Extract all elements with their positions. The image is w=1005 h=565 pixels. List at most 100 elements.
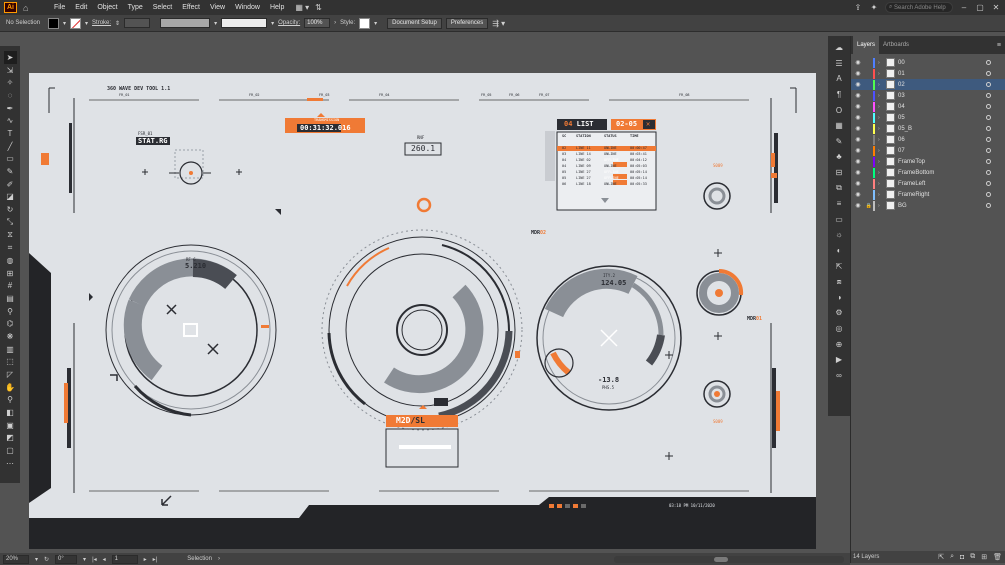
- eye-icon[interactable]: ◉: [851, 147, 865, 154]
- style-swatch[interactable]: [359, 17, 371, 29]
- eye-icon[interactable]: ◉: [851, 81, 865, 88]
- new-layer-icon[interactable]: ⊞: [981, 553, 987, 561]
- draw-mode-icon[interactable]: ◩: [4, 432, 17, 445]
- shaper-tool-icon[interactable]: ✐: [4, 178, 17, 191]
- scrollbar-thumb[interactable]: [714, 556, 728, 562]
- direct-selection-tool-icon[interactable]: ⇲: [4, 64, 17, 77]
- layer-row[interactable]: ◉ › FrameLeft: [851, 178, 1005, 189]
- layer-row[interactable]: ◉ › 06: [851, 134, 1005, 145]
- paintbrush-icon[interactable]: ✎: [4, 165, 17, 178]
- eye-icon[interactable]: ◉: [851, 114, 865, 121]
- layer-name[interactable]: 06: [898, 137, 905, 143]
- eye-icon[interactable]: ◉: [851, 180, 865, 187]
- menu-select[interactable]: Select: [148, 4, 177, 11]
- layer-target-icon[interactable]: [986, 93, 991, 98]
- screen-mode-icon[interactable]: ▢: [4, 444, 17, 457]
- shape-builder-icon[interactable]: ◍: [4, 254, 17, 267]
- chevron-right-icon[interactable]: ›: [878, 192, 886, 198]
- eye-icon[interactable]: ◉: [851, 92, 865, 99]
- magic-wand-icon[interactable]: ✧: [4, 76, 17, 89]
- layer-name[interactable]: FrameLeft: [898, 181, 925, 187]
- layer-name[interactable]: FrameRight: [898, 192, 929, 198]
- layer-row[interactable]: ◉ › 05_B: [851, 123, 1005, 134]
- artboard[interactable]: 360 WAVE DEV TOOL 1.1 FSR_01 STAT.RG TRA…: [29, 73, 816, 549]
- slice-tool-icon[interactable]: ◸: [4, 368, 17, 381]
- scale-tool-icon[interactable]: ⤡: [4, 216, 17, 229]
- arrange-documents-icon[interactable]: ▦ ▾: [295, 3, 309, 12]
- eye-icon[interactable]: ◉: [851, 169, 865, 176]
- lock-icon[interactable]: 🔒: [865, 203, 873, 209]
- image-trace-icon[interactable]: ⚙: [832, 305, 846, 321]
- chevron-right-icon[interactable]: ›: [878, 93, 886, 99]
- blend-tool-icon[interactable]: ⌬: [4, 317, 17, 330]
- chevron-right-icon[interactable]: ›: [878, 203, 886, 209]
- character-icon[interactable]: A: [832, 71, 846, 87]
- arrange-icon[interactable]: ⇶ ▾: [492, 19, 505, 28]
- layer-target-icon[interactable]: [986, 82, 991, 87]
- hand-tool-icon[interactable]: ✋: [4, 381, 17, 394]
- layer-name[interactable]: 07: [898, 148, 905, 154]
- export-icon[interactable]: ⇱: [832, 258, 846, 274]
- actions-icon[interactable]: ▶: [832, 352, 846, 368]
- chevron-right-icon[interactable]: ›: [878, 71, 886, 77]
- layer-row[interactable]: ◉ › FrameTop: [851, 156, 1005, 167]
- clipping-mask-icon[interactable]: ◘: [960, 554, 964, 561]
- properties-icon[interactable]: ☰: [832, 56, 846, 72]
- color-guide-icon[interactable]: ◎: [832, 321, 846, 337]
- layer-target-icon[interactable]: [986, 159, 991, 164]
- layer-row[interactable]: ◉ › 02: [851, 79, 1005, 90]
- menu-help[interactable]: Help: [265, 4, 289, 11]
- minimize-icon[interactable]: –: [959, 3, 969, 12]
- opacity-field[interactable]: 100%: [304, 18, 331, 28]
- more-tools-icon[interactable]: ⋯: [4, 457, 17, 470]
- chevron-right-icon[interactable]: ›: [878, 126, 886, 132]
- lasso-icon[interactable]: ◌: [4, 89, 17, 102]
- eye-icon[interactable]: ◉: [851, 70, 865, 77]
- chevron-down-icon[interactable]: ▾: [83, 556, 86, 563]
- curvature-tool-icon[interactable]: ∿: [4, 114, 17, 127]
- tab-artboards[interactable]: Artboards: [879, 36, 913, 54]
- layer-target-icon[interactable]: [986, 170, 991, 175]
- artboard-number-field[interactable]: 1: [111, 554, 138, 564]
- layer-name[interactable]: 04: [898, 104, 905, 110]
- opentype-icon[interactable]: O: [832, 102, 846, 118]
- symbols-icon[interactable]: ♣: [832, 149, 846, 165]
- eye-icon[interactable]: ◉: [851, 125, 865, 132]
- pen-tool-icon[interactable]: ✒: [4, 102, 17, 115]
- zoom-field[interactable]: 20%: [3, 554, 29, 564]
- menu-object[interactable]: Object: [92, 4, 122, 11]
- type-tool-icon[interactable]: T: [4, 127, 17, 140]
- locate-object-icon[interactable]: ⌕: [950, 553, 954, 561]
- layer-target-icon[interactable]: [986, 126, 991, 131]
- perspective-grid-icon[interactable]: ⊞: [4, 267, 17, 280]
- chevron-down-icon[interactable]: ▾: [63, 20, 66, 27]
- swatches-icon[interactable]: ▦: [832, 118, 846, 134]
- transform-icon[interactable]: ⧈: [832, 274, 846, 290]
- layer-target-icon[interactable]: [986, 181, 991, 186]
- chevron-down-icon[interactable]: ▾: [214, 20, 217, 27]
- chevron-right-icon[interactable]: ›: [878, 137, 886, 143]
- graphic-styles-icon[interactable]: ◐: [832, 243, 846, 259]
- rotate-tool-icon[interactable]: ↻: [4, 203, 17, 216]
- eye-icon[interactable]: ◉: [851, 158, 865, 165]
- zoom-tool-icon[interactable]: ⚲: [4, 394, 17, 407]
- chevron-right-icon[interactable]: ›: [334, 20, 336, 26]
- pathfinder-icon[interactable]: ⧉: [832, 180, 846, 196]
- stroke-swatch[interactable]: [70, 17, 82, 29]
- layer-name[interactable]: 05: [898, 115, 905, 121]
- menu-file[interactable]: File: [49, 4, 70, 11]
- mesh-tool-icon[interactable]: #: [4, 279, 17, 292]
- eye-icon[interactable]: ◉: [851, 59, 865, 66]
- eye-icon[interactable]: ◉: [851, 136, 865, 143]
- layer-row[interactable]: ◉ › 07: [851, 145, 1005, 156]
- canvas-area[interactable]: 360 WAVE DEV TOOL 1.1 FSR_01 STAT.RG TRA…: [20, 32, 828, 553]
- layer-row[interactable]: ◉ › 00: [851, 57, 1005, 68]
- gradient-tool-icon[interactable]: ▤: [4, 292, 17, 305]
- chevron-down-icon[interactable]: ▾: [374, 20, 377, 27]
- navigator-icon[interactable]: ⊕: [832, 336, 846, 352]
- gpu-icon[interactable]: ⇅: [315, 3, 322, 12]
- panel-menu-icon[interactable]: ≡: [997, 42, 1001, 49]
- line-tool-icon[interactable]: ╱: [4, 140, 17, 153]
- column-graph-icon[interactable]: ▥: [4, 343, 17, 356]
- brush-field[interactable]: [221, 18, 268, 28]
